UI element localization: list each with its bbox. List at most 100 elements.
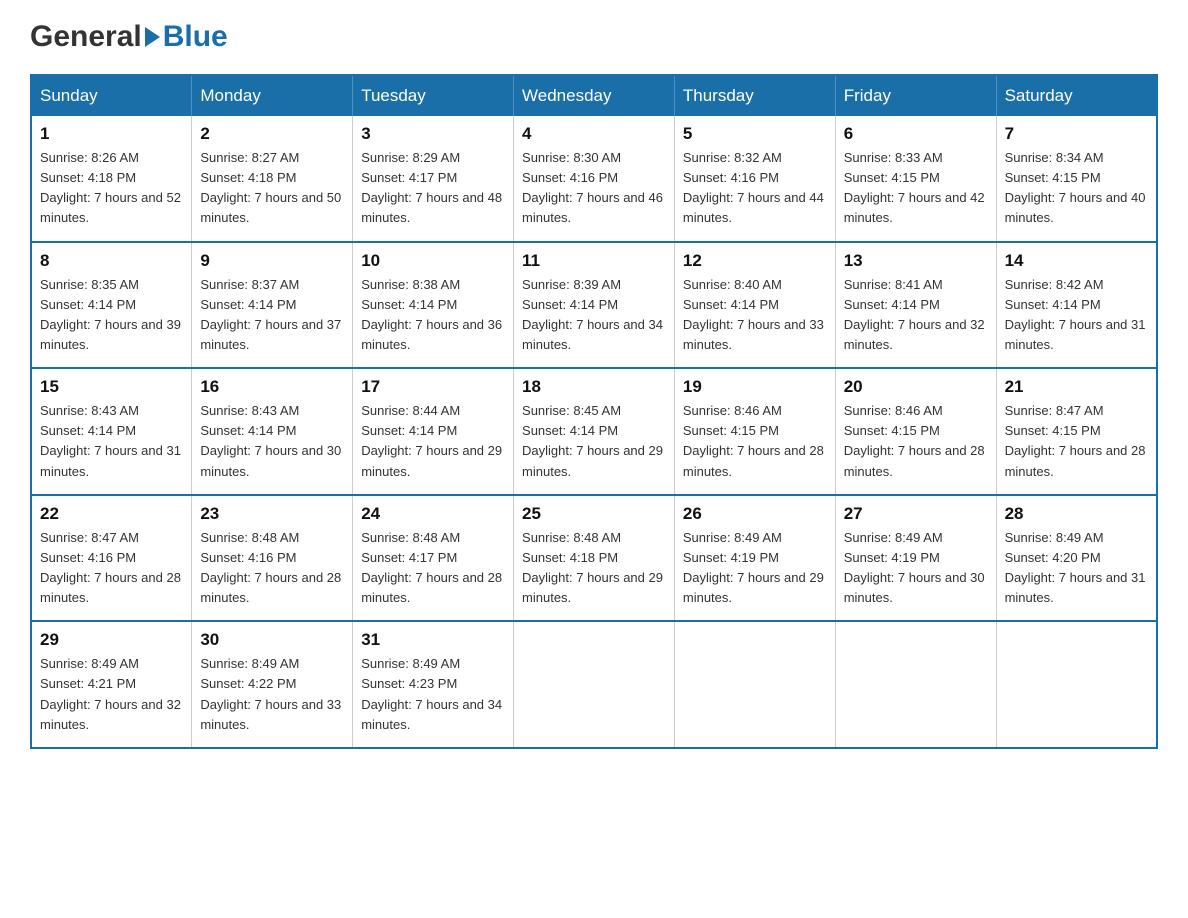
day-cell xyxy=(835,621,996,748)
logo: General Blue xyxy=(30,20,228,54)
day-cell: 15Sunrise: 8:43 AMSunset: 4:14 PMDayligh… xyxy=(31,368,192,495)
day-cell: 8 Sunrise: 8:35 AMSunset: 4:14 PMDaylight… xyxy=(31,242,192,369)
day-cell: 9 Sunrise: 8:37 AMSunset: 4:14 PMDaylight… xyxy=(192,242,353,369)
day-number: 9 xyxy=(200,251,344,271)
logo-general: General xyxy=(30,20,142,54)
day-cell: 22 Sunrise: 8:47 AMSunset: 4:16 PMDayligh… xyxy=(31,495,192,622)
day-number: 17 xyxy=(361,377,505,397)
day-info: Sunrise: 8:30 AMSunset: 4:16 PMDaylight:… xyxy=(522,148,666,229)
day-number: 6 xyxy=(844,124,988,144)
day-info: Sunrise: 8:32 AMSunset: 4:16 PMDaylight:… xyxy=(683,148,827,229)
logo-arrow-icon xyxy=(145,27,160,47)
calendar-header: SundayMondayTuesdayWednesdayThursdayFrid… xyxy=(31,75,1157,116)
day-info: Sunrise: 8:49 AMSunset: 4:23 PMDaylight:… xyxy=(361,654,505,735)
header-cell-monday: Monday xyxy=(192,75,353,116)
day-cell: 18 Sunrise: 8:45 AMSunset: 4:14 PMDayligh… xyxy=(514,368,675,495)
day-info: Sunrise: 8:44 AMSunset: 4:14 PMDaylight:… xyxy=(361,401,505,482)
day-number: 12 xyxy=(683,251,827,271)
day-info: Sunrise: 8:47 AMSunset: 4:16 PMDaylight:… xyxy=(40,528,183,609)
day-info: Sunrise: 8:38 AMSunset: 4:14 PMDaylight:… xyxy=(361,275,505,356)
page-header: General Blue xyxy=(30,20,1158,54)
day-cell: 25 Sunrise: 8:48 AMSunset: 4:18 PMDayligh… xyxy=(514,495,675,622)
day-number: 7 xyxy=(1005,124,1148,144)
day-cell: 3Sunrise: 8:29 AMSunset: 4:17 PMDaylight… xyxy=(353,116,514,242)
day-cell: 5 Sunrise: 8:32 AMSunset: 4:16 PMDaylight… xyxy=(674,116,835,242)
day-info: Sunrise: 8:27 AMSunset: 4:18 PMDaylight:… xyxy=(200,148,344,229)
day-cell: 20Sunrise: 8:46 AMSunset: 4:15 PMDayligh… xyxy=(835,368,996,495)
day-number: 23 xyxy=(200,504,344,524)
day-info: Sunrise: 8:49 AMSunset: 4:22 PMDaylight:… xyxy=(200,654,344,735)
day-cell: 30 Sunrise: 8:49 AMSunset: 4:22 PMDayligh… xyxy=(192,621,353,748)
day-info: Sunrise: 8:43 AMSunset: 4:14 PMDaylight:… xyxy=(200,401,344,482)
day-info: Sunrise: 8:48 AMSunset: 4:16 PMDaylight:… xyxy=(200,528,344,609)
day-number: 30 xyxy=(200,630,344,650)
day-number: 2 xyxy=(200,124,344,144)
day-info: Sunrise: 8:35 AMSunset: 4:14 PMDaylight:… xyxy=(40,275,183,356)
day-cell: 14 Sunrise: 8:42 AMSunset: 4:14 PMDayligh… xyxy=(996,242,1157,369)
week-row-5: 29Sunrise: 8:49 AMSunset: 4:21 PMDayligh… xyxy=(31,621,1157,748)
day-cell: 31 Sunrise: 8:49 AMSunset: 4:23 PMDayligh… xyxy=(353,621,514,748)
day-info: Sunrise: 8:34 AMSunset: 4:15 PMDaylight:… xyxy=(1005,148,1148,229)
day-number: 31 xyxy=(361,630,505,650)
day-info: Sunrise: 8:47 AMSunset: 4:15 PMDaylight:… xyxy=(1005,401,1148,482)
day-number: 4 xyxy=(522,124,666,144)
day-cell: 13Sunrise: 8:41 AMSunset: 4:14 PMDayligh… xyxy=(835,242,996,369)
day-info: Sunrise: 8:37 AMSunset: 4:14 PMDaylight:… xyxy=(200,275,344,356)
day-number: 21 xyxy=(1005,377,1148,397)
day-cell xyxy=(514,621,675,748)
week-row-2: 8 Sunrise: 8:35 AMSunset: 4:14 PMDaylight… xyxy=(31,242,1157,369)
day-number: 20 xyxy=(844,377,988,397)
day-info: Sunrise: 8:49 AMSunset: 4:19 PMDaylight:… xyxy=(683,528,827,609)
day-cell: 19 Sunrise: 8:46 AMSunset: 4:15 PMDayligh… xyxy=(674,368,835,495)
header-cell-tuesday: Tuesday xyxy=(353,75,514,116)
day-number: 8 xyxy=(40,251,183,271)
header-cell-saturday: Saturday xyxy=(996,75,1157,116)
header-row: SundayMondayTuesdayWednesdayThursdayFrid… xyxy=(31,75,1157,116)
header-cell-thursday: Thursday xyxy=(674,75,835,116)
day-cell: 11Sunrise: 8:39 AMSunset: 4:14 PMDayligh… xyxy=(514,242,675,369)
day-cell: 7 Sunrise: 8:34 AMSunset: 4:15 PMDaylight… xyxy=(996,116,1157,242)
day-number: 29 xyxy=(40,630,183,650)
day-cell: 23 Sunrise: 8:48 AMSunset: 4:16 PMDayligh… xyxy=(192,495,353,622)
header-cell-wednesday: Wednesday xyxy=(514,75,675,116)
day-number: 11 xyxy=(522,251,666,271)
day-cell: 26 Sunrise: 8:49 AMSunset: 4:19 PMDayligh… xyxy=(674,495,835,622)
day-cell: 10Sunrise: 8:38 AMSunset: 4:14 PMDayligh… xyxy=(353,242,514,369)
day-cell: 27Sunrise: 8:49 AMSunset: 4:19 PMDayligh… xyxy=(835,495,996,622)
day-number: 26 xyxy=(683,504,827,524)
header-cell-sunday: Sunday xyxy=(31,75,192,116)
day-cell: 12 Sunrise: 8:40 AMSunset: 4:14 PMDayligh… xyxy=(674,242,835,369)
day-number: 1 xyxy=(40,124,183,144)
day-number: 27 xyxy=(844,504,988,524)
week-row-3: 15 Sunrise: 8:43 AMSunset: 4:14 PMDayligh… xyxy=(31,368,1157,495)
day-number: 5 xyxy=(683,124,827,144)
day-info: Sunrise: 8:40 AMSunset: 4:14 PMDaylight:… xyxy=(683,275,827,356)
day-number: 25 xyxy=(522,504,666,524)
day-info: Sunrise: 8:45 AMSunset: 4:14 PMDaylight:… xyxy=(522,401,666,482)
day-cell: 21 Sunrise: 8:47 AMSunset: 4:15 PMDayligh… xyxy=(996,368,1157,495)
day-cell xyxy=(996,621,1157,748)
day-number: 22 xyxy=(40,504,183,524)
day-cell: 24Sunrise: 8:48 AMSunset: 4:17 PMDayligh… xyxy=(353,495,514,622)
day-info: Sunrise: 8:42 AMSunset: 4:14 PMDaylight:… xyxy=(1005,275,1148,356)
day-number: 19 xyxy=(683,377,827,397)
day-info: Sunrise: 8:48 AMSunset: 4:17 PMDaylight:… xyxy=(361,528,505,609)
day-cell: 1 Sunrise: 8:26 AMSunset: 4:18 PMDaylight… xyxy=(31,116,192,242)
week-row-1: 1 Sunrise: 8:26 AMSunset: 4:18 PMDaylight… xyxy=(31,116,1157,242)
day-cell: 2 Sunrise: 8:27 AMSunset: 4:18 PMDaylight… xyxy=(192,116,353,242)
day-info: Sunrise: 8:26 AMSunset: 4:18 PMDaylight:… xyxy=(40,148,183,229)
day-info: Sunrise: 8:49 AMSunset: 4:20 PMDaylight:… xyxy=(1005,528,1148,609)
day-info: Sunrise: 8:46 AMSunset: 4:15 PMDaylight:… xyxy=(683,401,827,482)
day-info: Sunrise: 8:41 AMSunset: 4:14 PMDaylight:… xyxy=(844,275,988,356)
day-cell: 17 Sunrise: 8:44 AMSunset: 4:14 PMDayligh… xyxy=(353,368,514,495)
day-number: 18 xyxy=(522,377,666,397)
day-number: 15 xyxy=(40,377,183,397)
day-cell: 29Sunrise: 8:49 AMSunset: 4:21 PMDayligh… xyxy=(31,621,192,748)
day-number: 14 xyxy=(1005,251,1148,271)
day-number: 28 xyxy=(1005,504,1148,524)
day-info: Sunrise: 8:48 AMSunset: 4:18 PMDaylight:… xyxy=(522,528,666,609)
day-cell: 6Sunrise: 8:33 AMSunset: 4:15 PMDaylight… xyxy=(835,116,996,242)
day-cell: 4 Sunrise: 8:30 AMSunset: 4:16 PMDaylight… xyxy=(514,116,675,242)
day-number: 16 xyxy=(200,377,344,397)
day-info: Sunrise: 8:29 AMSunset: 4:17 PMDaylight:… xyxy=(361,148,505,229)
